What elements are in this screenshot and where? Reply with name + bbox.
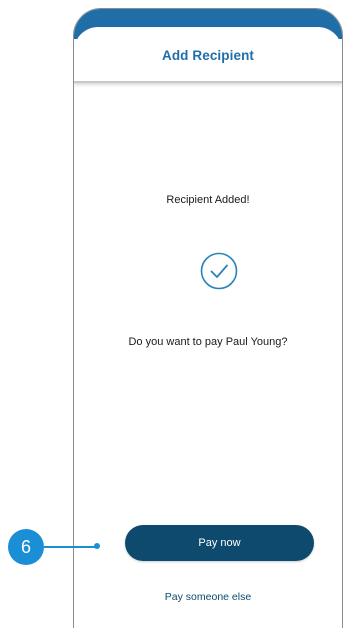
- callout-number-badge: 6: [8, 529, 44, 565]
- pay-prompt-text: Do you want to pay Paul Young?: [128, 336, 288, 348]
- check-circle-icon: [200, 252, 238, 290]
- page-title: Add Recipient: [161, 47, 255, 63]
- callout-connector-dot: [94, 543, 100, 549]
- callout-connector-line: [44, 546, 96, 548]
- phone-frame: Add Recipient Recipient Added! Do you wa…: [73, 8, 343, 628]
- screenshot-stage: Add Recipient Recipient Added! Do you wa…: [0, 0, 353, 628]
- recipient-added-message: Recipient Added!: [166, 194, 250, 206]
- pay-now-button[interactable]: Pay now: [125, 525, 314, 561]
- pay-someone-else-link[interactable]: Pay someone else: [74, 591, 342, 603]
- app-header: Add Recipient: [74, 27, 342, 83]
